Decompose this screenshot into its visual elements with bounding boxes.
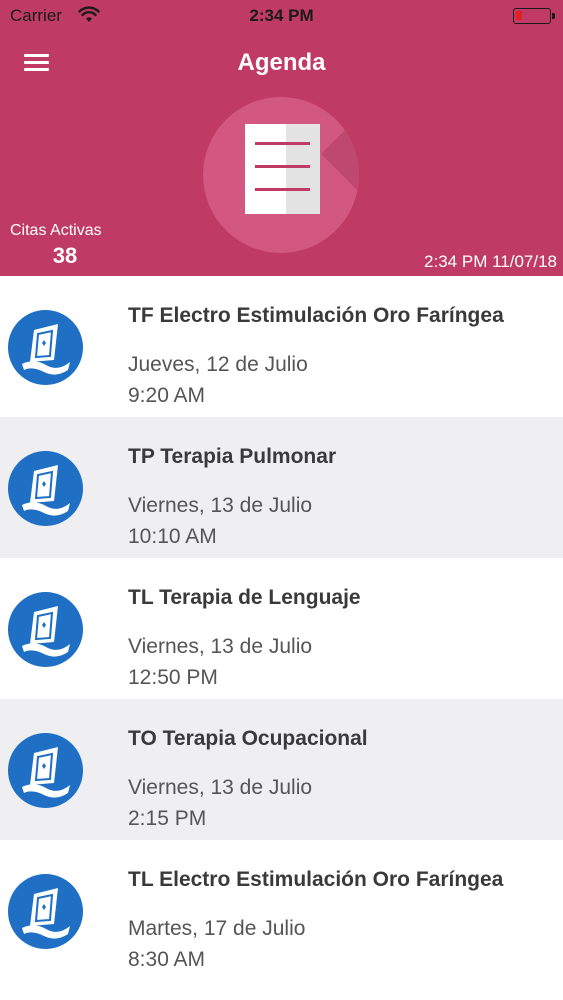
document-icon xyxy=(245,124,320,214)
appointment-item[interactable]: TF Electro Estimulación Oro Faríngea Jue… xyxy=(0,276,563,417)
appointment-time: 12:50 PM xyxy=(128,666,218,689)
appointment-title: TL Terapia de Lenguaje xyxy=(128,586,361,609)
page-title: Agenda xyxy=(237,49,326,76)
sailboat-logo-icon xyxy=(8,310,83,385)
appointment-title: TF Electro Estimulación Oro Faríngea xyxy=(128,304,504,327)
appointment-time: 9:20 AM xyxy=(128,384,206,407)
appointment-item[interactable]: TL Terapia de Lenguaje Viernes, 13 de Ju… xyxy=(0,558,563,699)
appointment-list: TF Electro Estimulación Oro Faríngea Jue… xyxy=(0,276,563,981)
citas-activas-label: Citas Activas xyxy=(10,222,102,239)
appointment-time: 2:15 PM xyxy=(128,807,207,830)
appointment-time: 10:10 AM xyxy=(128,525,217,548)
appointment-date: Jueves, 12 de Julio xyxy=(128,353,308,376)
last-updated-timestamp: 2:34 PM 11/07/18 xyxy=(424,252,557,271)
appointment-item[interactable]: TL Electro Estimulación Oro Faríngea Mar… xyxy=(0,840,563,981)
status-time: 2:34 PM xyxy=(249,6,314,25)
appointment-item[interactable]: TO Terapia Ocupacional Viernes, 13 de Ju… xyxy=(0,699,563,840)
citas-activas-count: 38 xyxy=(52,243,78,268)
appointment-title: TP Terapia Pulmonar xyxy=(128,445,337,468)
sailboat-logo-icon xyxy=(8,874,83,949)
appointment-date: Viernes, 13 de Julio xyxy=(128,494,313,517)
header: Carrier 2:34 PM Agenda Citas Activas 38 … xyxy=(0,0,563,276)
sailboat-logo-icon xyxy=(8,592,83,667)
appointment-title: TO Terapia Ocupacional xyxy=(128,727,368,750)
appointment-time: 8:30 AM xyxy=(128,948,206,971)
appointment-item[interactable]: TP Terapia Pulmonar Viernes, 13 de Julio… xyxy=(0,417,563,558)
status-bar: Carrier 2:34 PM xyxy=(0,0,563,32)
agenda-logo xyxy=(203,97,359,253)
battery-low-icon xyxy=(513,8,555,24)
appointment-date: Viernes, 13 de Julio xyxy=(128,635,313,658)
sailboat-logo-icon xyxy=(8,733,83,808)
appointment-date: Martes, 17 de Julio xyxy=(128,917,306,940)
appointment-date: Viernes, 13 de Julio xyxy=(128,776,313,799)
appointment-title: TL Electro Estimulación Oro Faríngea xyxy=(128,868,504,891)
sailboat-logo-icon xyxy=(8,451,83,526)
